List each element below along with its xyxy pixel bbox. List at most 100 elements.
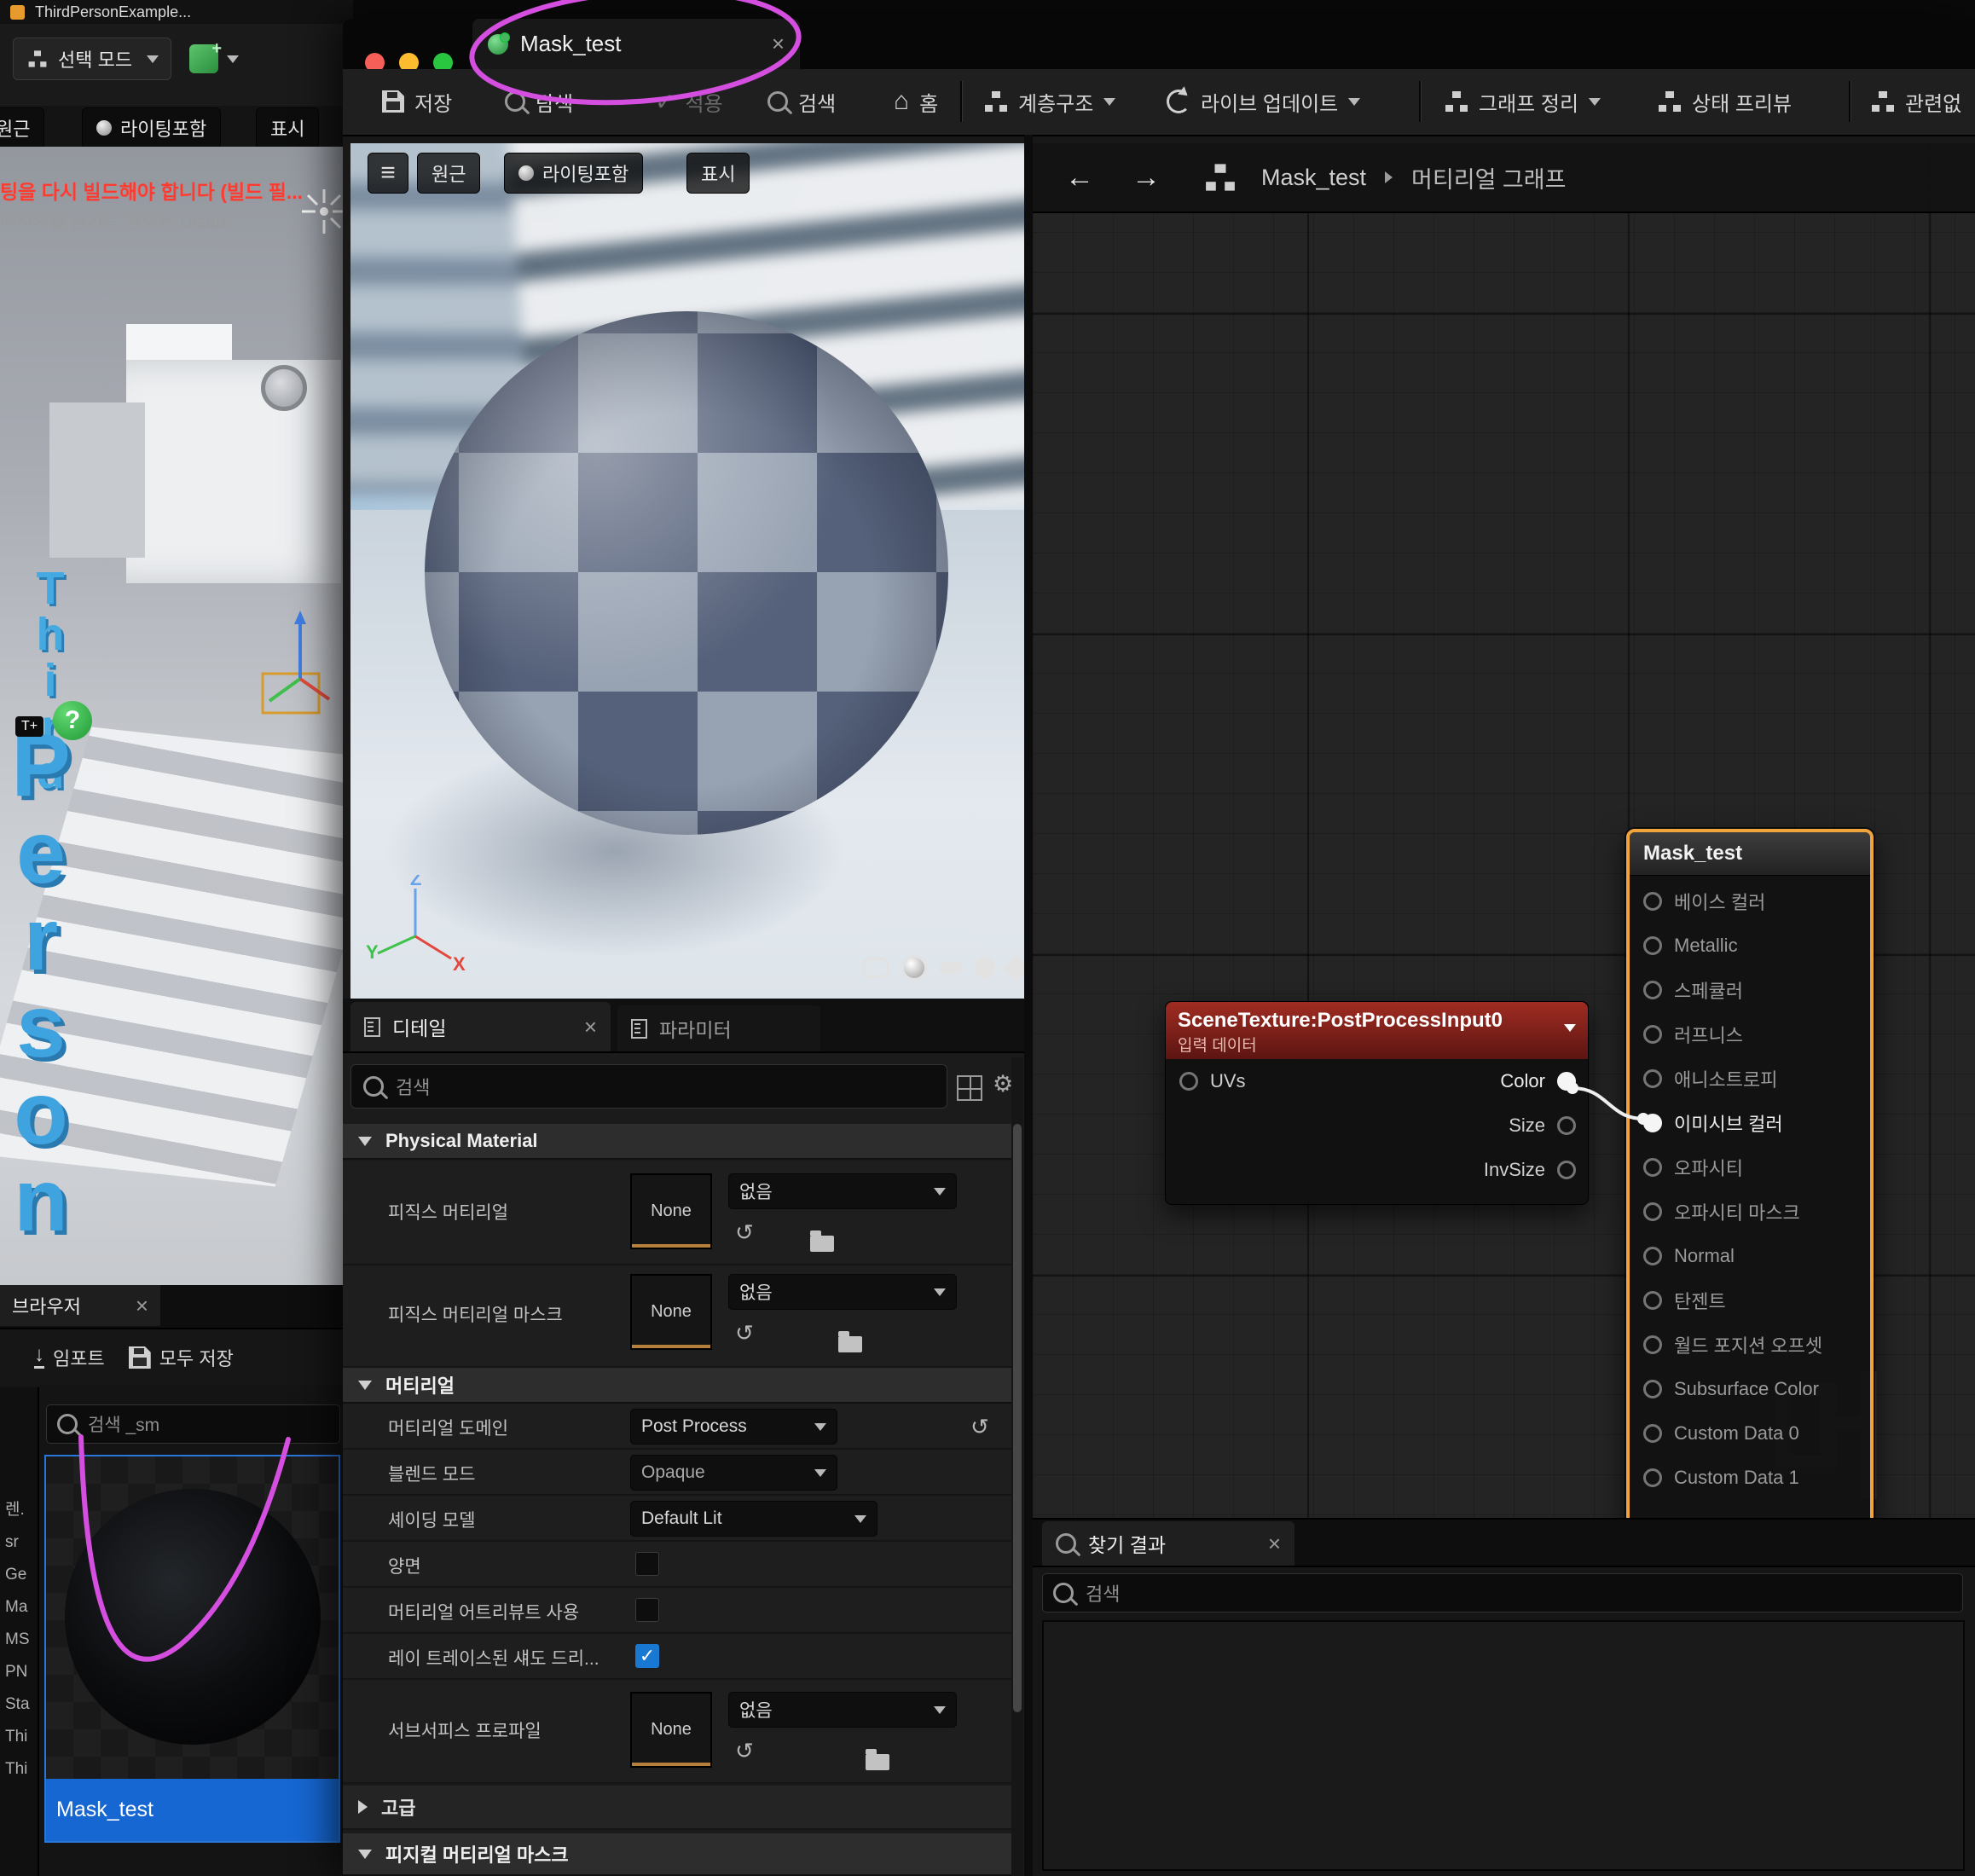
two-sided-checkbox[interactable] — [635, 1552, 659, 1576]
tree-item[interactable]: PN — [5, 1663, 38, 1682]
plane-shape-icon[interactable] — [939, 962, 963, 974]
pin-world-position-offset[interactable] — [1643, 1335, 1662, 1354]
browse-button[interactable]: 탐색 — [505, 73, 573, 130]
import-button[interactable]: 임포트 — [34, 1344, 105, 1371]
pin-custom-data-1[interactable] — [1643, 1468, 1662, 1487]
pin-anisotropy[interactable] — [1643, 1069, 1662, 1088]
node-material-result[interactable]: Mask_test 베이스 컬러 Metallic 스페큘러 러프니스 애니소트… — [1626, 829, 1874, 1526]
subsurface-profile-thumbnail[interactable]: None — [630, 1692, 712, 1768]
node-scenetexture[interactable]: SceneTexture:PostProcessInput0 입력 데이터 UV… — [1165, 1001, 1589, 1205]
stats-preview-button[interactable]: 상태 프리뷰 — [1658, 73, 1792, 130]
use-selected-icon[interactable] — [735, 1738, 754, 1764]
pin-invsize[interactable] — [1557, 1161, 1576, 1179]
details-display-filter-icon[interactable] — [957, 1075, 982, 1101]
live-update-button[interactable]: 라이브 업데이트 — [1167, 73, 1360, 130]
physics-material-mask-dropdown[interactable]: 없음 — [728, 1274, 957, 1310]
tab-find-results[interactable]: 찾기 결과 — [1042, 1521, 1294, 1566]
pin-size[interactable] — [1557, 1116, 1576, 1135]
use-selected-icon[interactable] — [735, 1320, 754, 1346]
section-physical-material-mask[interactable]: 피지컬 머티리얼 마스크 — [343, 1833, 1011, 1876]
pin-custom-data-0[interactable] — [1643, 1424, 1662, 1443]
blend-mode-dropdown[interactable]: Opaque — [630, 1455, 837, 1491]
cylinder-shape-icon[interactable] — [862, 958, 889, 978]
save-button[interactable]: 저장 — [382, 73, 452, 130]
add-content-button[interactable]: + — [189, 36, 283, 82]
details-tab-close-icon[interactable] — [584, 1014, 597, 1040]
nav-forward-icon[interactable]: → — [1132, 161, 1161, 194]
find-results-search-input[interactable]: 검색 — [1042, 1573, 1963, 1613]
tree-item[interactable]: Thi — [5, 1760, 38, 1779]
tree-item[interactable]: 렌. — [5, 1497, 38, 1520]
pin-opacity-mask[interactable] — [1643, 1202, 1662, 1221]
apply-button[interactable]: 적용 — [655, 73, 723, 130]
tab-details[interactable]: 디테일 — [350, 1002, 611, 1051]
clean-graph-button[interactable]: 그래프 정리 — [1445, 73, 1601, 130]
pin-specular[interactable] — [1643, 981, 1662, 999]
details-search-input[interactable]: 검색 — [350, 1064, 947, 1109]
level-show-button[interactable]: 표시 — [256, 107, 319, 148]
tree-item[interactable]: Sta — [5, 1695, 38, 1714]
pin-emissive-color[interactable] — [1643, 1114, 1662, 1132]
related-button[interactable]: 관련없 — [1871, 73, 1961, 130]
subsurface-profile-dropdown[interactable]: 없음 — [728, 1692, 957, 1728]
save-all-button[interactable]: 모두 저장 — [129, 1344, 234, 1371]
close-icon[interactable] — [136, 1293, 148, 1319]
browse-to-asset-icon[interactable] — [838, 1336, 862, 1352]
nav-back-icon[interactable]: ← — [1065, 161, 1094, 194]
pin-uvs[interactable] — [1179, 1072, 1198, 1091]
browse-to-asset-icon[interactable] — [810, 1236, 834, 1252]
physics-material-thumbnail[interactable]: None — [630, 1173, 712, 1249]
pin-base-color[interactable] — [1643, 892, 1662, 911]
level-lit-button[interactable]: 라이팅포함 — [82, 107, 221, 148]
node-collapse-icon[interactable] — [1564, 1024, 1576, 1032]
tree-item[interactable]: Ge — [5, 1566, 38, 1584]
close-icon[interactable] — [1268, 1531, 1281, 1557]
details-scrollbar-thumb[interactable] — [1013, 1124, 1022, 1712]
material-preview-viewport[interactable]: 원근 라이팅포함 표시 Z Y X — [350, 143, 1024, 999]
content-search-input[interactable]: 검색 _sm — [46, 1404, 340, 1444]
tab-content-browser[interactable]: 브라우저 — [0, 1285, 160, 1326]
viewport-menu-button[interactable] — [368, 153, 408, 194]
details-scrollbar[interactable] — [1011, 1057, 1023, 1876]
translate-gizmo[interactable] — [247, 607, 341, 735]
tree-item[interactable]: sr — [5, 1533, 38, 1552]
use-selected-icon[interactable] — [735, 1219, 754, 1246]
level-perspective-button[interactable]: 원근 — [0, 107, 44, 148]
pin-subsurface-color[interactable] — [1643, 1380, 1662, 1398]
pin-opacity[interactable] — [1643, 1158, 1662, 1177]
cube-shape-icon[interactable] — [975, 958, 995, 978]
preview-lit-button[interactable]: 라이팅포함 — [504, 153, 643, 194]
reset-to-default-icon[interactable] — [970, 1414, 989, 1440]
select-mode-dropdown[interactable]: 선택 모드 — [13, 38, 171, 80]
pin-normal[interactable] — [1643, 1247, 1662, 1265]
teapot-shape-icon[interactable] — [1003, 954, 1024, 981]
physics-material-mask-thumbnail[interactable]: None — [630, 1274, 712, 1350]
browse-to-asset-icon[interactable] — [866, 1754, 889, 1770]
tree-item[interactable]: MS — [5, 1630, 38, 1649]
tab-mask-test[interactable]: Mask_test — [472, 19, 800, 69]
scene-handle[interactable] — [261, 365, 307, 411]
pin-color[interactable] — [1557, 1072, 1576, 1091]
pin-metallic[interactable] — [1643, 936, 1662, 955]
hierarchy-button[interactable]: 계층구조 — [984, 73, 1115, 130]
use-material-attributes-checkbox[interactable] — [635, 1598, 659, 1622]
tree-item[interactable]: Thi — [5, 1728, 38, 1746]
pin-roughness[interactable] — [1643, 1025, 1662, 1044]
physics-material-dropdown[interactable]: 없음 — [728, 1173, 957, 1209]
section-advanced[interactable]: 고급 — [343, 1786, 1011, 1830]
preview-show-button[interactable]: 표시 — [686, 153, 750, 194]
level-viewport[interactable]: Third Person T+ ? — [0, 147, 343, 1285]
shading-model-dropdown[interactable]: Default Lit — [630, 1501, 877, 1537]
breadcrumb-asset[interactable]: Mask_test — [1261, 165, 1366, 191]
pane-splitter[interactable] — [1024, 135, 1033, 1876]
ray-traced-shadows-checkbox[interactable] — [635, 1644, 659, 1668]
tree-item[interactable]: Ma — [5, 1598, 38, 1617]
pin-tangent[interactable] — [1643, 1291, 1662, 1310]
tab-parameters[interactable]: 파라미터 — [617, 1005, 820, 1051]
search-button[interactable]: 검색 — [767, 73, 836, 130]
home-button[interactable]: 홈 — [894, 73, 938, 130]
help-badge-icon[interactable]: ? — [53, 701, 92, 740]
asset-tile[interactable]: Mask_test — [44, 1455, 340, 1843]
preview-perspective-button[interactable]: 원근 — [417, 153, 480, 194]
material-domain-dropdown[interactable]: Post Process — [630, 1409, 837, 1445]
